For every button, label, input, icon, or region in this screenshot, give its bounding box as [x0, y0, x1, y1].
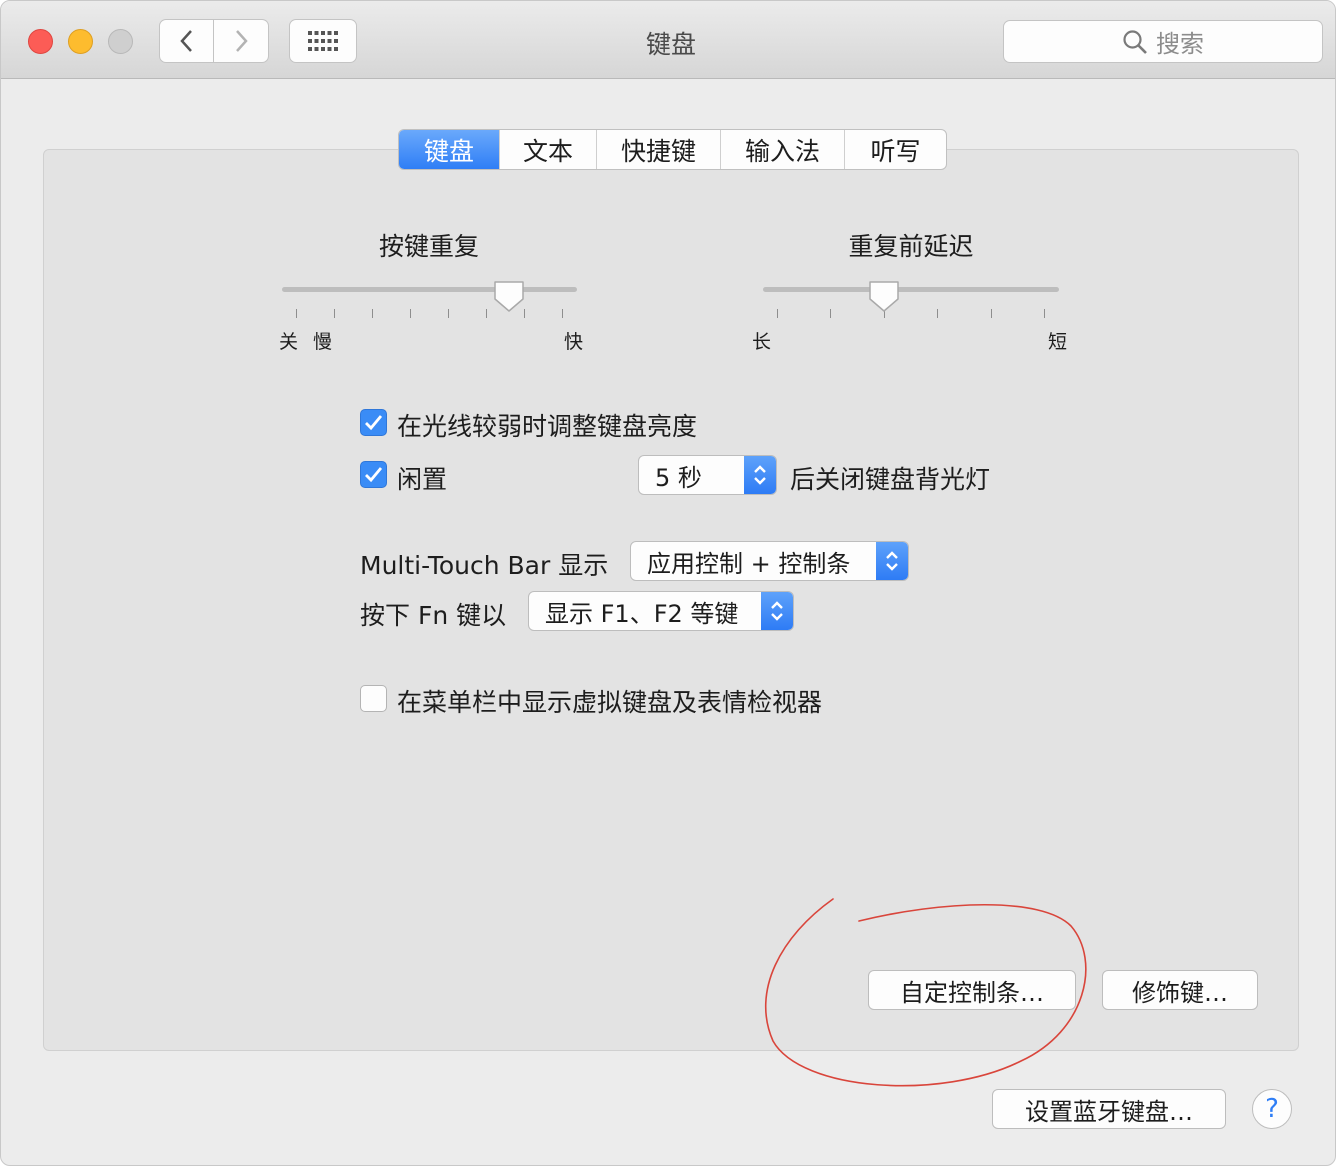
- slider-tick: [486, 309, 487, 318]
- updown-arrows-icon: [761, 592, 793, 630]
- tab-bar: 键盘 文本 快捷键 输入法 听写: [398, 129, 947, 170]
- tab-shortcuts[interactable]: 快捷键: [597, 130, 721, 169]
- keyboard-preferences-window: 键盘 搜索 键盘 文本 快捷键 输入法 听写 按键重复 关 慢 快 重复前延迟 …: [0, 0, 1336, 1166]
- help-button[interactable]: ?: [1252, 1089, 1292, 1129]
- tab-dictation[interactable]: 听写: [845, 130, 946, 169]
- slider-tick: [372, 309, 373, 318]
- tab-keyboard[interactable]: 键盘: [399, 130, 500, 169]
- slider-tick: [448, 309, 449, 318]
- window-title: 键盘: [645, 30, 696, 59]
- tab-text[interactable]: 文本: [500, 130, 597, 169]
- show-keyboard-viewer-checkbox[interactable]: [360, 685, 387, 712]
- fn-key-value: 显示 F1、F2 等键: [545, 599, 739, 628]
- title-bar: 键盘 搜索: [1, 1, 1335, 79]
- back-button[interactable]: [159, 19, 214, 63]
- backlight-suffix-label: 后关闭键盘背光灯: [790, 465, 991, 494]
- tab-input-sources[interactable]: 输入法: [721, 130, 845, 169]
- backlight-timeout-value: 5 秒: [655, 463, 702, 492]
- key-repeat-slider-thumb[interactable]: [492, 279, 526, 313]
- slider-tick: [296, 309, 297, 318]
- slider-tick: [334, 309, 335, 318]
- checkmark-icon: [365, 415, 383, 431]
- back-forward-group: [159, 19, 269, 63]
- grid-icon: [308, 31, 338, 51]
- chevron-right-icon: [236, 30, 248, 52]
- delay-until-repeat-title: 重复前延迟: [848, 232, 974, 261]
- delay-long-label: 长: [752, 331, 772, 353]
- delay-slider-thumb[interactable]: [867, 279, 901, 313]
- key-repeat-off-label: 关: [279, 331, 299, 353]
- forward-button[interactable]: [214, 19, 269, 63]
- slider-tick: [1044, 309, 1045, 318]
- slider-tick: [562, 309, 563, 318]
- backlight-idle-label: 闲置: [397, 465, 448, 494]
- backlight-idle-checkbox[interactable]: [360, 461, 387, 488]
- close-button[interactable]: [28, 29, 53, 54]
- key-repeat-slow-label: 慢: [313, 331, 333, 353]
- slider-tick: [410, 309, 411, 318]
- checkmark-icon: [365, 467, 383, 483]
- touch-bar-label: Multi-Touch Bar 显示: [360, 551, 609, 580]
- key-repeat-fast-label: 快: [564, 331, 584, 353]
- slider-tick: [937, 309, 939, 318]
- minimize-button[interactable]: [68, 29, 93, 54]
- show-all-button[interactable]: [289, 19, 357, 63]
- search-placeholder: 搜索: [1156, 30, 1204, 58]
- zoom-button[interactable]: [108, 29, 133, 54]
- chevron-left-icon: [179, 30, 192, 52]
- key-repeat-slider-track[interactable]: [282, 287, 577, 292]
- fn-key-popup[interactable]: 显示 F1、F2 等键: [528, 591, 794, 631]
- delay-short-label: 短: [1048, 331, 1068, 353]
- key-repeat-title: 按键重复: [378, 232, 479, 261]
- updown-arrows-icon: [744, 456, 776, 494]
- delay-slider-track[interactable]: [763, 287, 1059, 292]
- adjust-brightness-checkbox[interactable]: [360, 409, 387, 436]
- modifier-keys-button[interactable]: 修饰键…: [1102, 970, 1258, 1010]
- search-field[interactable]: 搜索: [1003, 20, 1323, 63]
- customize-control-strip-button[interactable]: 自定控制条…: [868, 970, 1076, 1010]
- touch-bar-popup[interactable]: 应用控制 + 控制条: [630, 541, 909, 581]
- show-keyboard-viewer-label: 在菜单栏中显示虚拟键盘及表情检视器: [397, 688, 823, 717]
- slider-tick: [990, 309, 992, 318]
- adjust-brightness-label: 在光线较弱时调整键盘亮度: [397, 412, 698, 441]
- search-icon: [1123, 29, 1147, 54]
- fn-key-label: 按下 Fn 键以: [360, 601, 507, 630]
- backlight-timeout-popup[interactable]: 5 秒: [638, 455, 777, 495]
- slider-tick: [830, 309, 832, 318]
- touch-bar-value: 应用控制 + 控制条: [647, 549, 851, 578]
- updown-arrows-icon: [876, 542, 908, 580]
- slider-tick: [777, 309, 778, 318]
- setup-bluetooth-keyboard-button[interactable]: 设置蓝牙键盘…: [992, 1089, 1226, 1129]
